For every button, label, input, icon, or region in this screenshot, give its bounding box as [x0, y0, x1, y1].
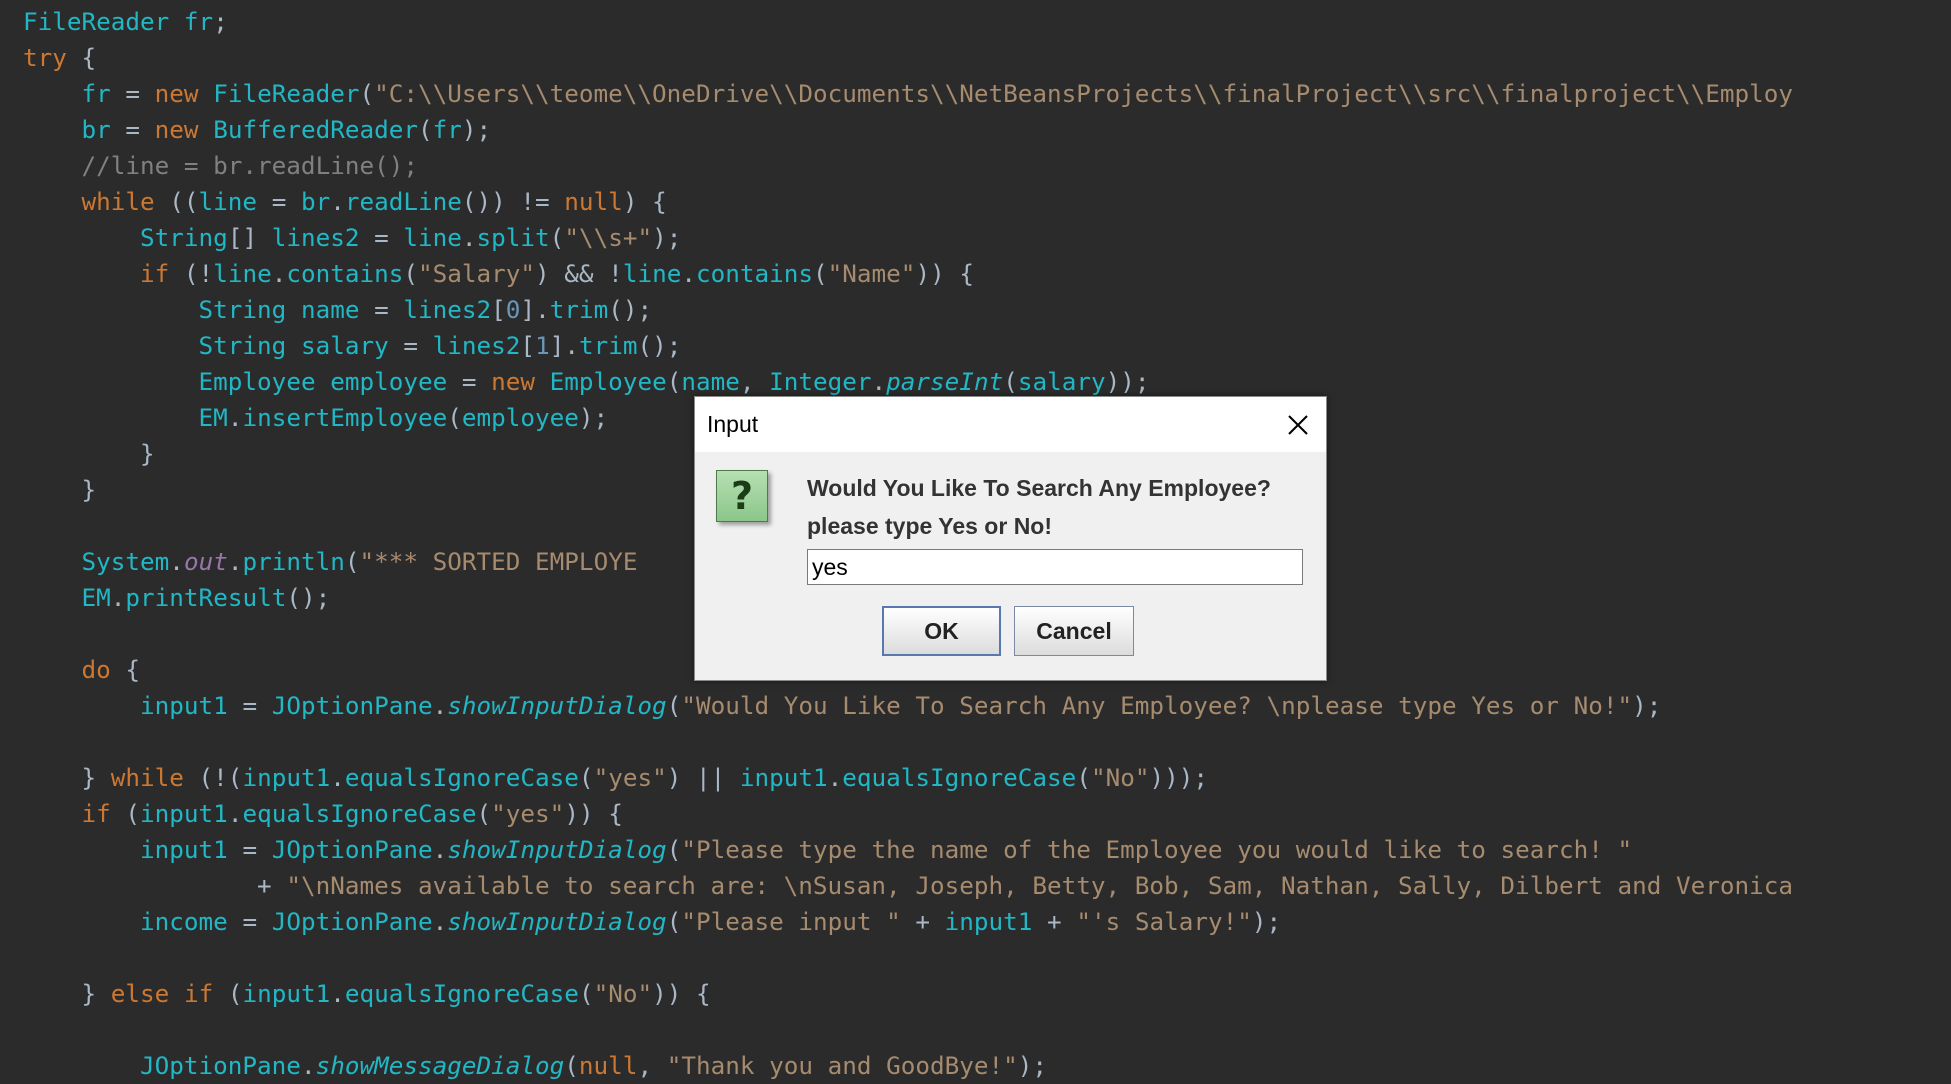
- code-line: input1 = JOptionPane.showInputDialog("Pl…: [140, 835, 1633, 864]
- code-line: br = new BufferedReader(fr);: [81, 115, 492, 144]
- code-line: } else if (input1.equalsIgnoreCase("No")…: [23, 979, 711, 1008]
- dialog-titlebar: Input: [695, 397, 1326, 452]
- code-line: fr = new FileReader("C:\\Users\\teome\\O…: [81, 79, 1794, 108]
- code-line: FileReader fr;: [23, 7, 228, 36]
- cancel-button[interactable]: Cancel: [1014, 606, 1134, 656]
- code-line: input1 = JOptionPane.showInputDialog("Wo…: [140, 691, 1662, 720]
- code-line: while ((line = br.readLine()) != null) {: [81, 187, 667, 216]
- code-line: //line = br.readLine();: [81, 151, 418, 180]
- close-icon: [1288, 415, 1308, 435]
- ok-button[interactable]: OK: [882, 606, 1001, 656]
- code-line: income = JOptionPane.showInputDialog("Pl…: [140, 907, 1282, 936]
- close-button[interactable]: [1280, 407, 1316, 443]
- dialog-input-field[interactable]: [807, 549, 1303, 585]
- question-icon: ?: [716, 470, 768, 522]
- code-line: String name = lines2[0].trim();: [198, 295, 653, 324]
- code-line: } while (!(input1.equalsIgnoreCase("yes"…: [23, 763, 1209, 792]
- dialog-title: Input: [707, 411, 759, 437]
- code-line: + "\nNames available to search are: \nSu…: [23, 871, 1793, 900]
- dialog-message-line2: please type Yes or No!: [807, 513, 1053, 539]
- input-dialog: Input ? Would You Like To Search Any Emp…: [694, 396, 1327, 681]
- code-line: String salary = lines2[1].trim();: [198, 331, 682, 360]
- dialog-message-line1: Would You Like To Search Any Employee?: [807, 475, 1271, 501]
- code-line: Employee employee = new Employee(name, I…: [198, 367, 1150, 396]
- code-line: try {: [23, 43, 97, 72]
- code-line: if (input1.equalsIgnoreCase("yes")) {: [81, 799, 623, 828]
- code-line: String[] lines2 = line.split("\\s+");: [140, 223, 682, 252]
- code-line: JOptionPane.showMessageDialog(null, "Tha…: [140, 1051, 1048, 1080]
- code-line: if (!line.contains("Salary") && !line.co…: [140, 259, 974, 288]
